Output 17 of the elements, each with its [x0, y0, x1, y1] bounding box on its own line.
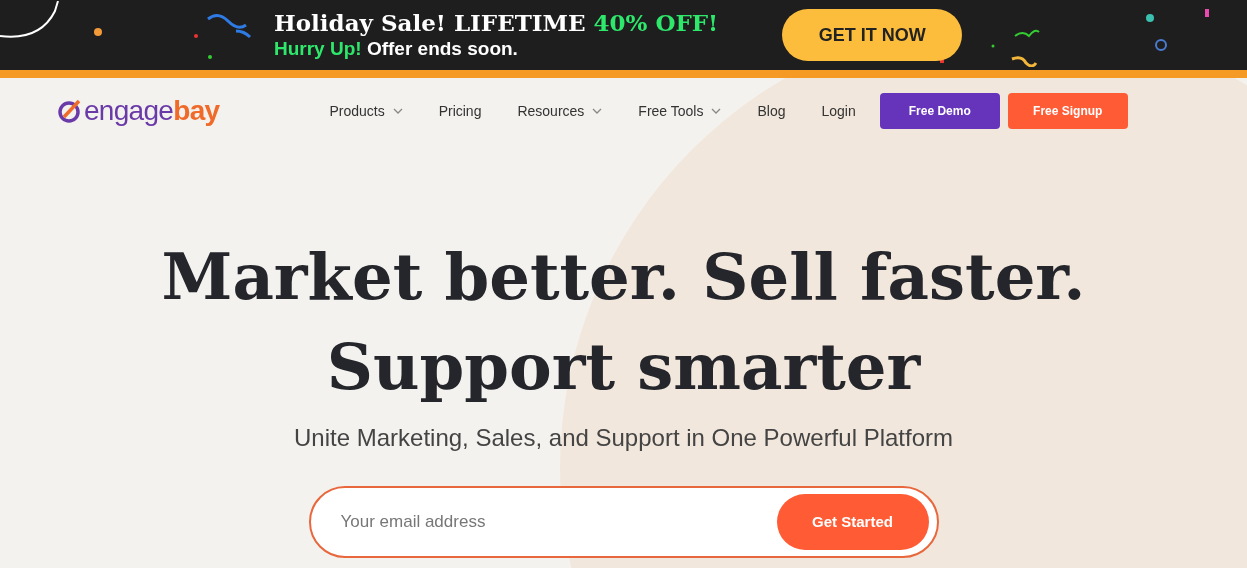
- nav-link[interactable]: Blog: [757, 100, 786, 122]
- nav-link[interactable]: Products: [329, 100, 403, 122]
- hero-headline: Support smarter: [326, 328, 921, 406]
- logo[interactable]: engagebay: [57, 97, 220, 125]
- hero-headline: Market better. Sell faster.: [161, 238, 1086, 316]
- email-input-field[interactable]: Your email address: [340, 509, 777, 535]
- sale-subtitle: Hurry Up! Offer ends soon.: [274, 37, 519, 61]
- logo-icon: [57, 98, 83, 124]
- get-it-now-button[interactable]: GET IT NOW: [782, 9, 963, 61]
- logo-wordmark: engagebay: [84, 97, 220, 125]
- sale-headline: Holiday Sale! LIFETIME 40% OFF!: [274, 9, 719, 37]
- hero-subheadline: Unite Marketing, Sales, and Support in One Powerful Platform: [294, 423, 953, 453]
- nav-link[interactable]: Free Tools: [638, 100, 722, 122]
- nav-link[interactable]: Login: [821, 100, 856, 122]
- nav-link[interactable]: Resources: [517, 100, 603, 122]
- nav-link[interactable]: Pricing: [438, 100, 482, 122]
- header-button[interactable]: Free Demo: [879, 93, 1000, 129]
